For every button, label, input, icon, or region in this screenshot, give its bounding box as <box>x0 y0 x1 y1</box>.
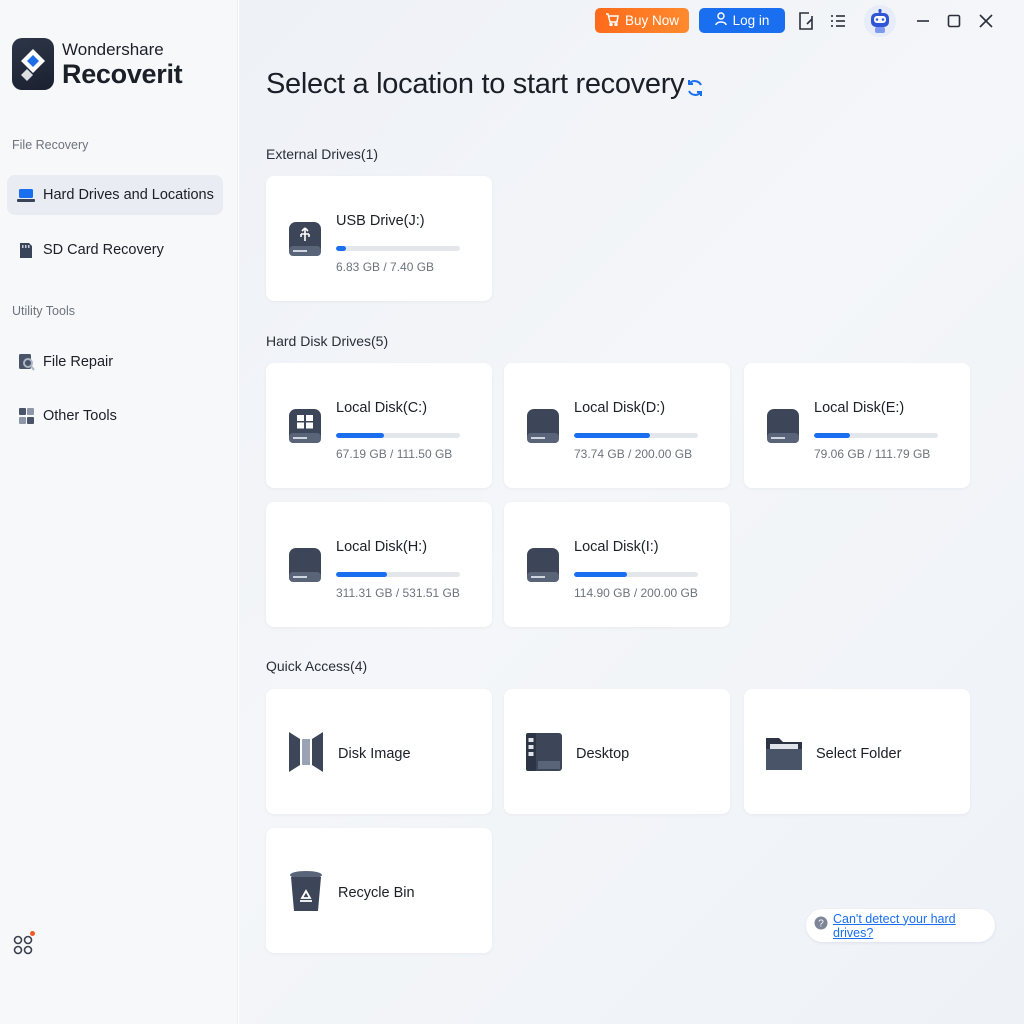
drive-card-local-i[interactable]: Local Disk(I:) 114.90 GB / 200.00 GB <box>504 502 730 627</box>
disk-image-icon <box>286 729 326 775</box>
drive-usage-fill <box>336 433 385 438</box>
drive-size: 79.06 GB / 111.79 GB <box>814 447 931 461</box>
cant-detect-drives-link[interactable]: Can't detect your hard drives? <box>833 912 995 940</box>
user-icon <box>714 12 727 29</box>
help-question-icon: ? <box>814 916 828 935</box>
other-tools-icon <box>17 407 35 425</box>
drive-name: Local Disk(D:) <box>574 400 666 416</box>
drive-usage-fill <box>336 572 387 577</box>
buy-now-label: Buy Now <box>624 13 680 28</box>
sidebar: Wondershare Recoverit File Recovery Hard… <box>0 0 238 1024</box>
usb-drive-icon <box>288 220 322 258</box>
drive-card-local-h[interactable]: Local Disk(H:) 311.31 GB / 531.51 GB <box>266 502 492 627</box>
quick-access-label: Select Folder <box>816 746 902 762</box>
feedback-icon[interactable] <box>796 11 816 31</box>
quick-access-desktop[interactable]: Desktop <box>504 689 730 814</box>
sidebar-item-label: Hard Drives and Locations <box>43 187 214 203</box>
drive-usage-fill <box>814 433 850 438</box>
maximize-icon[interactable] <box>944 11 964 31</box>
hard-disk-icon <box>288 546 322 584</box>
sidebar-item-hard-drives[interactable]: Hard Drives and Locations <box>7 175 223 215</box>
quick-access-disk-image[interactable]: Disk Image <box>266 689 492 814</box>
svg-text:?: ? <box>818 919 824 930</box>
brand-name: Wondershare <box>62 39 164 59</box>
quick-access-label: Disk Image <box>338 746 411 762</box>
drive-usage-bar <box>574 433 698 438</box>
drive-size: 6.83 GB / 7.40 GB <box>336 260 435 274</box>
sidebar-item-sd-card[interactable]: SD Card Recovery <box>7 230 223 270</box>
sidebar-item-label: Other Tools <box>43 408 117 424</box>
drive-name: Local Disk(H:) <box>336 539 428 555</box>
windows-disk-icon <box>288 407 322 445</box>
hard-disk-icon <box>766 407 800 445</box>
drive-name: USB Drive(J:) <box>336 213 425 229</box>
robot-assistant-icon[interactable] <box>863 4 897 38</box>
product-name: Recoverit <box>62 58 183 89</box>
minimize-icon[interactable] <box>913 11 933 31</box>
login-label: Log in <box>732 13 770 28</box>
laptop-drive-icon <box>17 186 35 204</box>
drive-usage-bar <box>574 572 698 577</box>
recoverit-logo-icon <box>12 38 54 90</box>
drive-card-local-e[interactable]: Local Disk(E:) 79.06 GB / 111.79 GB <box>744 363 970 488</box>
folder-icon <box>764 729 804 775</box>
app-logo: Wondershare Recoverit <box>12 38 183 90</box>
drive-name: Local Disk(E:) <box>814 400 905 416</box>
drive-usage-bar <box>336 246 460 251</box>
menu-list-icon[interactable] <box>828 11 848 31</box>
drive-name: Local Disk(C:) <box>336 400 428 416</box>
drive-usage-bar <box>336 433 460 438</box>
quick-access-recycle-bin[interactable]: Recycle Bin <box>266 828 492 953</box>
page-title: Select a location to start recovery <box>266 68 685 100</box>
drive-card-local-c[interactable]: Local Disk(C:) 67.19 GB / 111.50 GB <box>266 363 492 488</box>
sd-card-icon <box>17 241 35 259</box>
drive-usage-fill <box>336 246 346 251</box>
drive-usage-fill <box>574 433 650 438</box>
sidebar-item-label: SD Card Recovery <box>43 242 164 258</box>
desktop-icon <box>524 729 564 775</box>
section-external-drives: External Drives(1) <box>266 146 379 162</box>
title-bar: Buy Now Log in <box>239 5 1024 37</box>
drive-usage-fill <box>574 572 628 577</box>
hard-disk-icon <box>526 407 560 445</box>
quick-access-label: Desktop <box>576 746 630 762</box>
section-utility-tools: Utility Tools <box>12 304 75 318</box>
hard-disk-icon <box>526 546 560 584</box>
cart-icon <box>605 12 619 29</box>
section-hard-disk-drives: Hard Disk Drives(5) <box>266 333 389 349</box>
file-repair-icon <box>17 353 35 371</box>
main-content: Buy Now Log in Select a location to star… <box>239 0 1024 1024</box>
quick-access-label: Recycle Bin <box>338 885 415 901</box>
drive-card-local-d[interactable]: Local Disk(D:) 73.74 GB / 200.00 GB <box>504 363 730 488</box>
recycle-bin-icon <box>286 868 326 914</box>
drive-card-usb-j[interactable]: USB Drive(J:) 6.83 GB / 7.40 GB <box>266 176 492 301</box>
help-pill[interactable]: ? Can't detect your hard drives? <box>806 909 995 942</box>
drive-size: 311.31 GB / 531.51 GB <box>336 586 460 600</box>
login-button[interactable]: Log in <box>699 8 785 33</box>
refresh-icon[interactable] <box>685 78 707 100</box>
sidebar-item-label: File Repair <box>43 354 114 370</box>
quick-access-select-folder[interactable]: Select Folder <box>744 689 970 814</box>
drive-size: 114.90 GB / 200.00 GB <box>574 586 698 600</box>
drive-size: 73.74 GB / 200.00 GB <box>574 447 693 461</box>
notification-dot <box>30 931 35 936</box>
drive-usage-bar <box>336 572 460 577</box>
drive-usage-bar <box>814 433 938 438</box>
close-icon[interactable] <box>976 11 996 31</box>
drive-size: 67.19 GB / 111.50 GB <box>336 447 453 461</box>
apps-grid-icon[interactable] <box>13 935 37 959</box>
section-quick-access: Quick Access(4) <box>266 658 368 674</box>
section-file-recovery: File Recovery <box>12 138 89 152</box>
drive-name: Local Disk(I:) <box>574 539 659 555</box>
buy-now-button[interactable]: Buy Now <box>595 8 689 33</box>
sidebar-item-file-repair[interactable]: File Repair <box>7 342 223 382</box>
sidebar-item-other-tools[interactable]: Other Tools <box>7 396 223 436</box>
